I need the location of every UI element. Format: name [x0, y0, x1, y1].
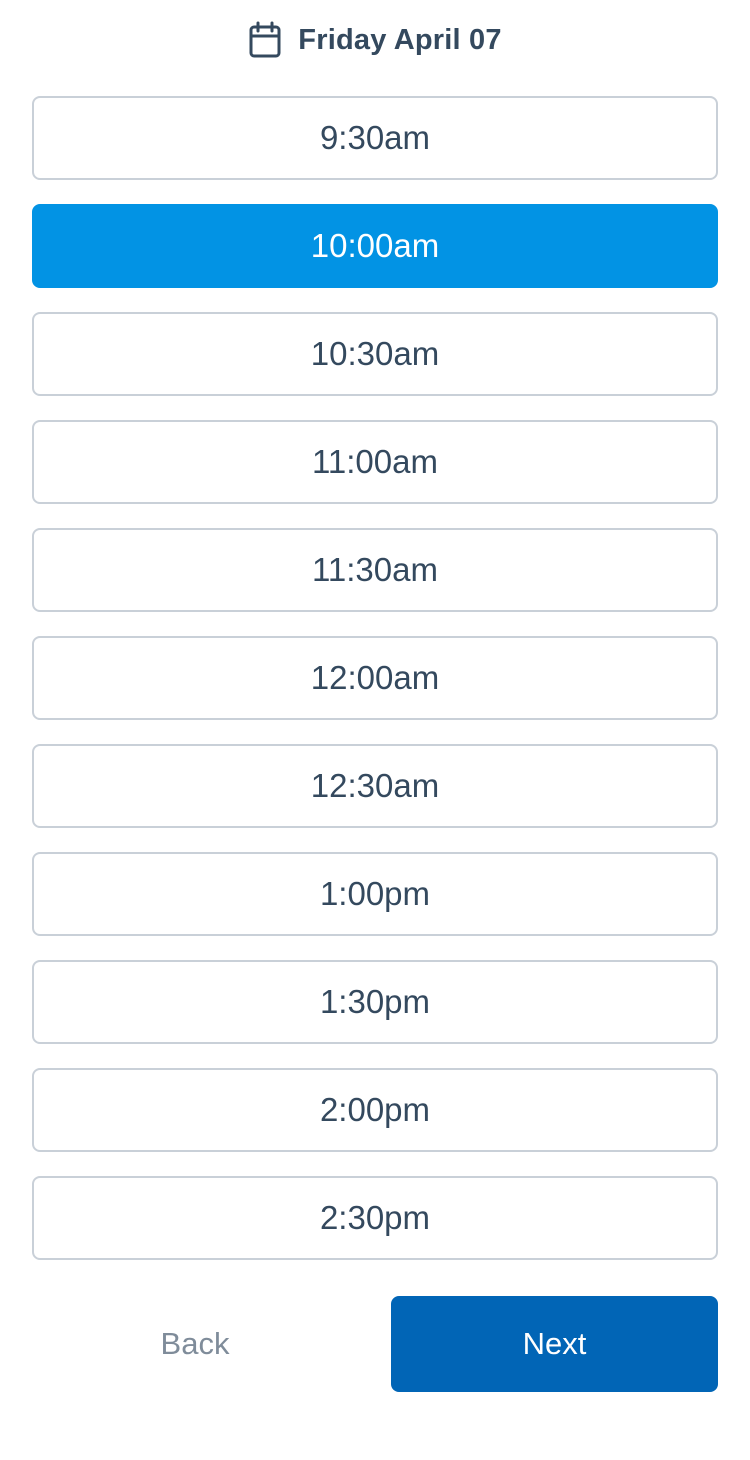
date-header: Friday April 07: [0, 18, 750, 62]
time-slot[interactable]: 12:30am: [32, 744, 718, 828]
back-button[interactable]: Back: [32, 1296, 358, 1392]
selected-date: Friday April 07: [298, 23, 502, 56]
time-slot[interactable]: 2:30pm: [32, 1176, 718, 1260]
time-slot[interactable]: 11:30am: [32, 528, 718, 612]
next-button[interactable]: Next: [391, 1296, 718, 1392]
time-slot-list: 9:30am 10:00am 10:30am 11:00am 11:30am 1…: [32, 96, 718, 1284]
time-slot[interactable]: 1:30pm: [32, 960, 718, 1044]
navigation-footer: Back Next: [32, 1296, 718, 1392]
time-slot[interactable]: 12:00am: [32, 636, 718, 720]
time-slot[interactable]: 10:30am: [32, 312, 718, 396]
time-slot[interactable]: 2:00pm: [32, 1068, 718, 1152]
time-slot[interactable]: 11:00am: [32, 420, 718, 504]
time-slot[interactable]: 1:00pm: [32, 852, 718, 936]
calendar-icon: [248, 20, 282, 60]
time-slot-selected[interactable]: 10:00am: [32, 204, 718, 288]
time-slot[interactable]: 9:30am: [32, 96, 718, 180]
